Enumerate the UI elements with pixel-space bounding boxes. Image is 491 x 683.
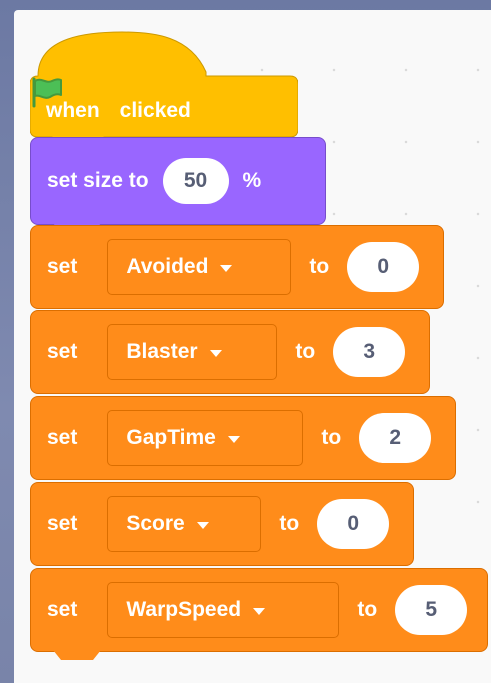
dropdown-caret-icon bbox=[253, 607, 266, 615]
set-label: set bbox=[47, 255, 78, 278]
set-label: set bbox=[47, 340, 78, 363]
to-label: to bbox=[309, 255, 330, 278]
set-label: set bbox=[47, 426, 78, 449]
set-label: set bbox=[47, 598, 78, 621]
variable-dropdown[interactable]: Avoided bbox=[107, 239, 292, 295]
variable-dropdown[interactable]: GapTime bbox=[107, 410, 304, 466]
dropdown-caret-icon bbox=[227, 435, 240, 443]
value-input[interactable]: 0 bbox=[317, 499, 390, 549]
dropdown-caret-icon bbox=[209, 349, 222, 357]
percent-label: % bbox=[242, 169, 262, 192]
variable-name: WarpSpeed bbox=[126, 598, 242, 621]
block-tab-shape bbox=[53, 650, 101, 660]
value-input[interactable]: 2 bbox=[359, 413, 432, 463]
variable-dropdown[interactable]: WarpSpeed bbox=[107, 582, 340, 638]
to-label: to bbox=[279, 512, 300, 535]
set-variable-block[interactable]: set Avoided to 0 bbox=[30, 225, 444, 309]
dropdown-caret-icon bbox=[196, 521, 209, 529]
when-flag-clicked-block[interactable]: when clicked bbox=[30, 16, 298, 146]
set-size-label: set size to bbox=[47, 169, 149, 192]
variable-name: Avoided bbox=[126, 255, 209, 278]
to-label: to bbox=[295, 340, 316, 363]
variable-dropdown[interactable]: Score bbox=[107, 496, 262, 552]
set-variable-block[interactable]: set WarpSpeed to 5 bbox=[30, 568, 488, 660]
to-label: to bbox=[321, 426, 342, 449]
size-value-input[interactable]: 50 bbox=[162, 158, 229, 204]
clicked-label: clicked bbox=[119, 99, 191, 122]
variable-name: GapTime bbox=[126, 426, 216, 449]
set-variable-block[interactable]: set Blaster to 3 bbox=[30, 310, 430, 394]
set-size-block[interactable]: set size to 50 % bbox=[30, 137, 326, 233]
value-input[interactable]: 3 bbox=[333, 327, 406, 377]
set-variable-block[interactable]: set Score to 0 bbox=[30, 482, 414, 566]
value-input[interactable]: 0 bbox=[347, 242, 420, 292]
variable-name: Blaster bbox=[126, 340, 198, 363]
variable-dropdown[interactable]: Blaster bbox=[107, 324, 278, 380]
to-label: to bbox=[357, 598, 378, 621]
set-label: set bbox=[47, 512, 78, 535]
value-input[interactable]: 5 bbox=[395, 585, 468, 635]
set-variable-block[interactable]: set GapTime to 2 bbox=[30, 396, 456, 480]
variable-name: Score bbox=[126, 512, 185, 535]
dropdown-caret-icon bbox=[220, 264, 233, 272]
